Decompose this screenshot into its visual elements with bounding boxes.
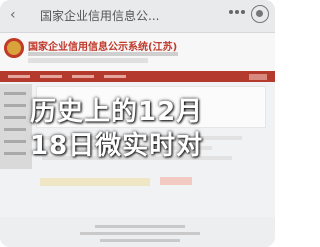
close-circle-icon[interactable] (251, 5, 269, 23)
header-search-bar[interactable] (28, 58, 148, 63)
more-menu-icon[interactable] (229, 10, 245, 18)
sidebar-item[interactable] (4, 128, 26, 131)
national-emblem-icon (4, 38, 24, 58)
menu-item[interactable] (72, 75, 94, 78)
site-subtitle-placeholder (28, 52, 178, 56)
footer-line (100, 239, 180, 242)
overlay-headline-line2: 18日微实时对 (30, 131, 204, 161)
window-title: 国家企业信用信息公... (40, 9, 160, 23)
browser-topbar: ‹ 国家企业信用信息公... (0, 0, 275, 33)
menu-item[interactable] (8, 75, 30, 78)
overlay-headline-line1: 历史上的12月 (30, 97, 204, 127)
back-icon[interactable]: ‹ (10, 8, 24, 22)
menu-item[interactable] (40, 75, 62, 78)
overlay-headline: 历史上的12月 18日微实时对 (30, 95, 270, 163)
sidebar-item[interactable] (4, 140, 26, 143)
site-header: 国家企业信用信息公示系统(江苏) (0, 33, 275, 73)
sidebar-item[interactable] (4, 116, 26, 119)
footer-line (95, 225, 185, 228)
sidebar-item[interactable] (4, 92, 26, 95)
sidebar-item[interactable] (4, 152, 26, 155)
browser-window: ‹ 国家企业信用信息公... 国家企业信用信息公示系统(江苏) 历史上的12月 … (0, 0, 275, 247)
notice-bar (40, 178, 150, 186)
red-button[interactable] (160, 177, 192, 185)
footer-line (80, 232, 200, 235)
menu-item[interactable] (104, 75, 126, 78)
site-name: 国家企业信用信息公示系统(江苏) (28, 42, 178, 53)
menu-right-item[interactable] (249, 74, 267, 80)
sidebar-item[interactable] (4, 104, 26, 107)
sidebar (0, 84, 32, 169)
site-menubar (0, 72, 275, 82)
site-footer (0, 217, 275, 247)
